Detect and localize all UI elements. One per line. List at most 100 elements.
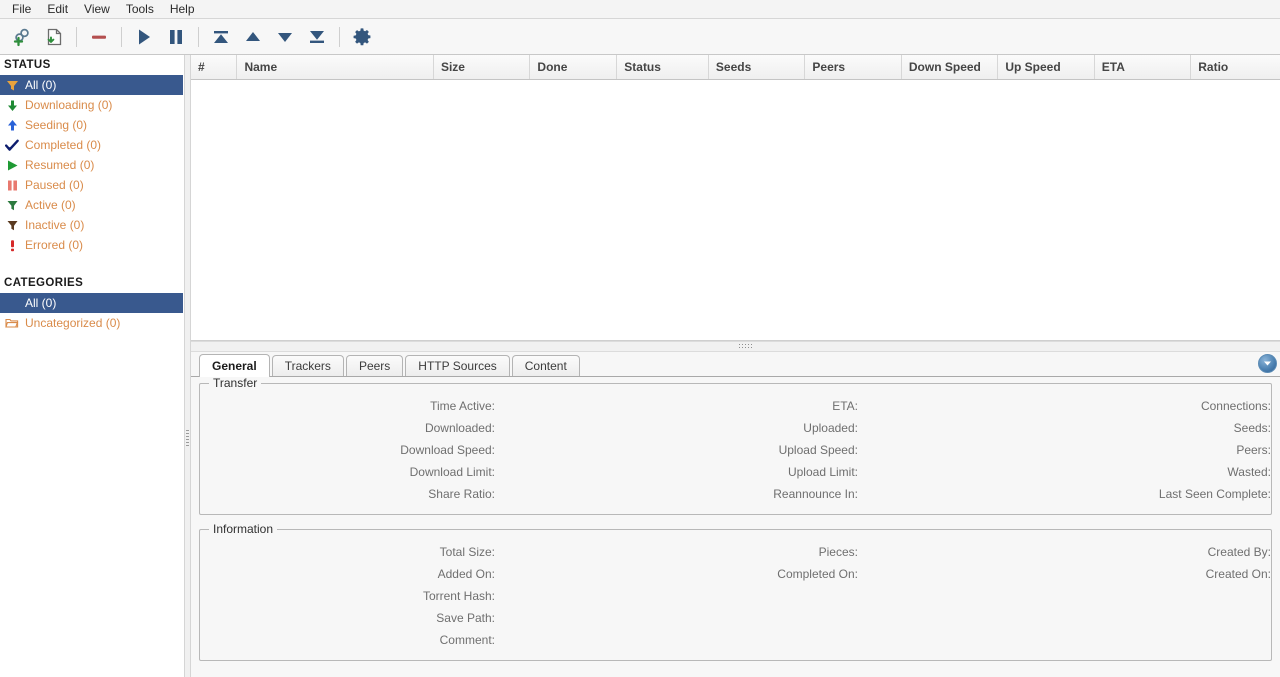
label-reannounce-in: Reannounce In: [773,487,858,501]
menu-item-edit[interactable]: Edit [39,0,76,18]
column-header-eta[interactable]: ETA [1095,55,1192,79]
tab-peers[interactable]: Peers [345,355,404,376]
sidebar-splitter[interactable] [184,55,191,677]
move-down-button[interactable] [269,22,301,52]
add-torrent-link-button[interactable] [6,22,38,52]
column-header-up-speed[interactable]: Up Speed [998,55,1095,79]
label-total-size: Total Size: [439,545,495,559]
menu-item-tools[interactable]: Tools [118,0,162,18]
column-header-down-speed[interactable]: Down Speed [902,55,999,79]
play-triangle-icon [4,157,20,173]
folder-icon [4,315,20,331]
check-icon [4,137,20,153]
sidebar-filters: STATUS All (0) Downloading (0) Seeding (… [0,55,184,677]
sidebar-category-label: All (0) [25,296,57,310]
column-header-name[interactable]: Name [237,55,434,79]
tab-content[interactable]: Content [511,355,580,376]
funnel-icon [4,77,20,93]
information-column-2: Pieces: Completed On: [563,541,926,651]
property-row-reannounce-in: Reannounce In: [563,483,926,505]
column-header-status[interactable]: Status [617,55,709,79]
main-body: STATUS All (0) Downloading (0) Seeding (… [0,55,1280,677]
move-to-bottom-icon [310,30,324,43]
sidebar-item-label: Seeding (0) [25,118,88,132]
property-row-downloaded: Downloaded: [200,417,563,439]
tab-general[interactable]: General [199,354,270,377]
toolbar-separator-3 [198,26,199,47]
sidebar-item-label: Resumed (0) [25,158,95,172]
transfer-group-title: Transfer [209,377,262,390]
sidebar-categories-header: CATEGORIES [4,277,84,289]
menu-item-view[interactable]: View [76,0,118,18]
label-download-speed: Download Speed: [400,443,495,457]
transfer-column-1: Time Active: Downloaded: Download Speed: [200,395,563,505]
menu-item-help[interactable]: Help [162,0,203,18]
sidebar-item-inactive[interactable]: Inactive (0) [0,215,183,235]
column-header-index[interactable]: # [191,55,238,79]
move-up-button[interactable] [237,22,269,52]
property-row-download-limit: Download Limit: [200,461,563,483]
information-columns: Total Size: Added On: Torrent Hash: Save… [200,541,1271,651]
sidebar-item-completed[interactable]: Completed (0) [0,135,183,155]
sidebar-item-label: Inactive (0) [25,218,85,232]
add-torrent-file-button[interactable] [38,22,70,52]
property-row-seeds: Seeds: [926,417,1280,439]
label-seeds: Seeds: [1233,421,1271,435]
sidebar-status-header: STATUS [4,59,51,71]
sidebar-item-downloading[interactable]: Downloading (0) [0,95,183,115]
column-header-done[interactable]: Done [530,55,618,79]
column-header-peers[interactable]: Peers [805,55,902,79]
label-upload-speed: Upload Speed: [778,443,858,457]
sidebar-item-label: Errored (0) [25,238,84,252]
sidebar-category-uncategorized[interactable]: Uncategorized (0) [0,313,183,333]
property-row-pieces: Pieces: [563,541,926,563]
property-row-share-ratio: Share Ratio: [200,483,563,505]
label-wasted: Wasted: [1227,465,1271,479]
information-column-3: Created By: Created On: [926,541,1280,651]
resume-button[interactable] [128,22,160,52]
information-column-1: Total Size: Added On: Torrent Hash: Save… [200,541,563,651]
label-save-path: Save Path: [436,611,495,625]
funnel-green-icon [4,197,20,213]
move-to-top-icon [214,30,228,43]
funnel-dark-icon [4,217,20,233]
pause-button[interactable] [160,22,192,52]
sidebar-category-all[interactable]: All (0) [0,293,183,313]
qbittorrent-window: File Edit View Tools Help STATUS All (0)… [0,0,1280,677]
toolbar-separator-4 [339,26,340,47]
sidebar-item-all[interactable]: All (0) [0,75,183,95]
move-bottom-button[interactable] [301,22,333,52]
play-icon [139,29,150,44]
torrent-list-body[interactable] [191,80,1280,340]
splitter-grip [186,430,189,446]
property-row-upload-limit: Upload Limit: [563,461,926,483]
tab-http-sources[interactable]: HTTP Sources [405,355,510,376]
transfer-groupbox: Transfer Time Active: Downloaded: Downlo… [199,377,1272,515]
collapse-panel-button[interactable] [1258,354,1277,373]
menu-item-file[interactable]: File [4,0,39,18]
torrent-list-header: # Name Size Done Status Seeds Peers Down… [191,55,1280,80]
column-header-seeds[interactable]: Seeds [709,55,806,79]
label-pieces: Pieces: [818,545,858,559]
pause-icon [170,29,182,44]
label-downloaded: Downloaded: [424,421,495,435]
column-header-size[interactable]: Size [434,55,531,79]
minus-icon [92,35,106,39]
sidebar-item-paused[interactable]: Paused (0) [0,175,183,195]
sidebar-item-errored[interactable]: Errored (0) [0,235,183,255]
content-pane: # Name Size Done Status Seeds Peers Down… [191,55,1280,677]
link-plus-icon [13,28,29,46]
preferences-button[interactable] [346,22,378,52]
remove-torrent-button[interactable] [83,22,115,52]
sidebar-item-resumed[interactable]: Resumed (0) [0,155,183,175]
label-upload-limit: Upload Limit: [787,465,858,479]
toolbar-separator-1 [76,26,77,47]
column-header-ratio[interactable]: Ratio [1191,55,1280,79]
sidebar-item-active[interactable]: Active (0) [0,195,183,215]
tab-trackers[interactable]: Trackers [271,355,344,376]
move-top-button[interactable] [205,22,237,52]
toolbar-separator-2 [121,26,122,47]
panel-splitter[interactable] [191,341,1280,352]
sidebar-item-seeding[interactable]: Seeding (0) [0,115,183,135]
label-last-seen-complete: Last Seen Complete: [1158,487,1271,501]
